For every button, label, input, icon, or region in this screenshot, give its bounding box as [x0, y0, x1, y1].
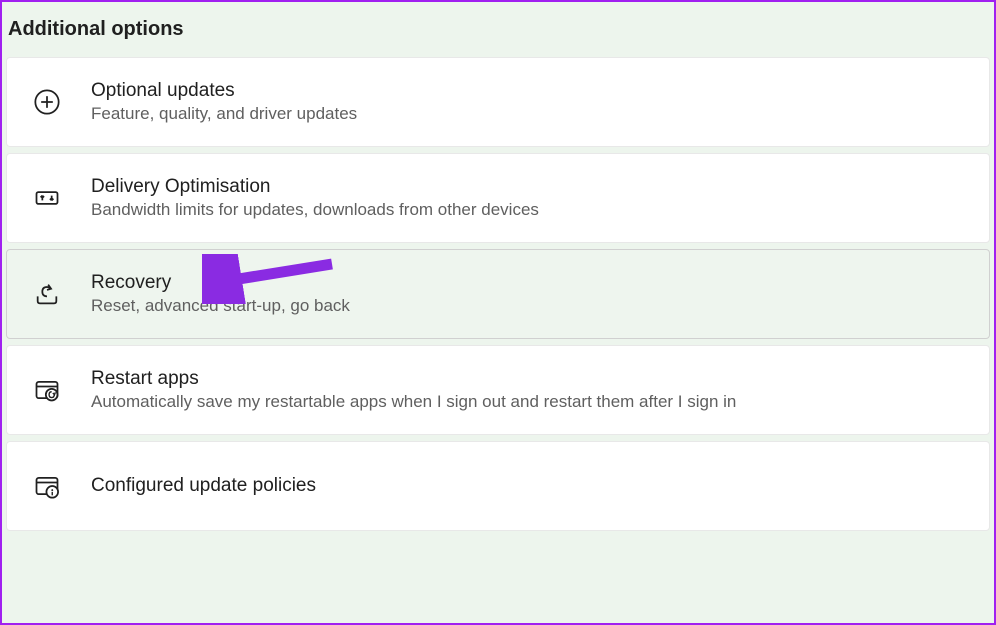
option-desc: Bandwidth limits for updates, downloads …	[91, 200, 539, 220]
option-title: Configured update policies	[91, 475, 316, 497]
option-text: Configured update policies	[91, 475, 316, 497]
option-delivery-optimisation[interactable]: Delivery Optimisation Bandwidth limits f…	[6, 153, 990, 243]
option-recovery[interactable]: Recovery Reset, advanced start-up, go ba…	[6, 249, 990, 339]
options-list: Optional updates Feature, quality, and d…	[2, 57, 994, 531]
recovery-icon	[31, 278, 63, 310]
update-policies-icon	[31, 470, 63, 502]
option-optional-updates[interactable]: Optional updates Feature, quality, and d…	[6, 57, 990, 147]
option-desc: Feature, quality, and driver updates	[91, 104, 357, 124]
section-title: Additional options	[2, 2, 994, 57]
option-text: Optional updates Feature, quality, and d…	[91, 80, 357, 124]
option-text: Restart apps Automatically save my resta…	[91, 368, 736, 412]
option-title: Restart apps	[91, 368, 736, 390]
option-title: Recovery	[91, 272, 350, 294]
option-text: Recovery Reset, advanced start-up, go ba…	[91, 272, 350, 316]
option-desc: Automatically save my restartable apps w…	[91, 392, 736, 412]
plus-circle-icon	[31, 86, 63, 118]
option-text: Delivery Optimisation Bandwidth limits f…	[91, 176, 539, 220]
delivery-icon	[31, 182, 63, 214]
option-configured-policies[interactable]: Configured update policies	[6, 441, 990, 531]
option-restart-apps[interactable]: Restart apps Automatically save my resta…	[6, 345, 990, 435]
restart-apps-icon	[31, 374, 63, 406]
option-title: Optional updates	[91, 80, 357, 102]
option-desc: Reset, advanced start-up, go back	[91, 296, 350, 316]
option-title: Delivery Optimisation	[91, 176, 539, 198]
